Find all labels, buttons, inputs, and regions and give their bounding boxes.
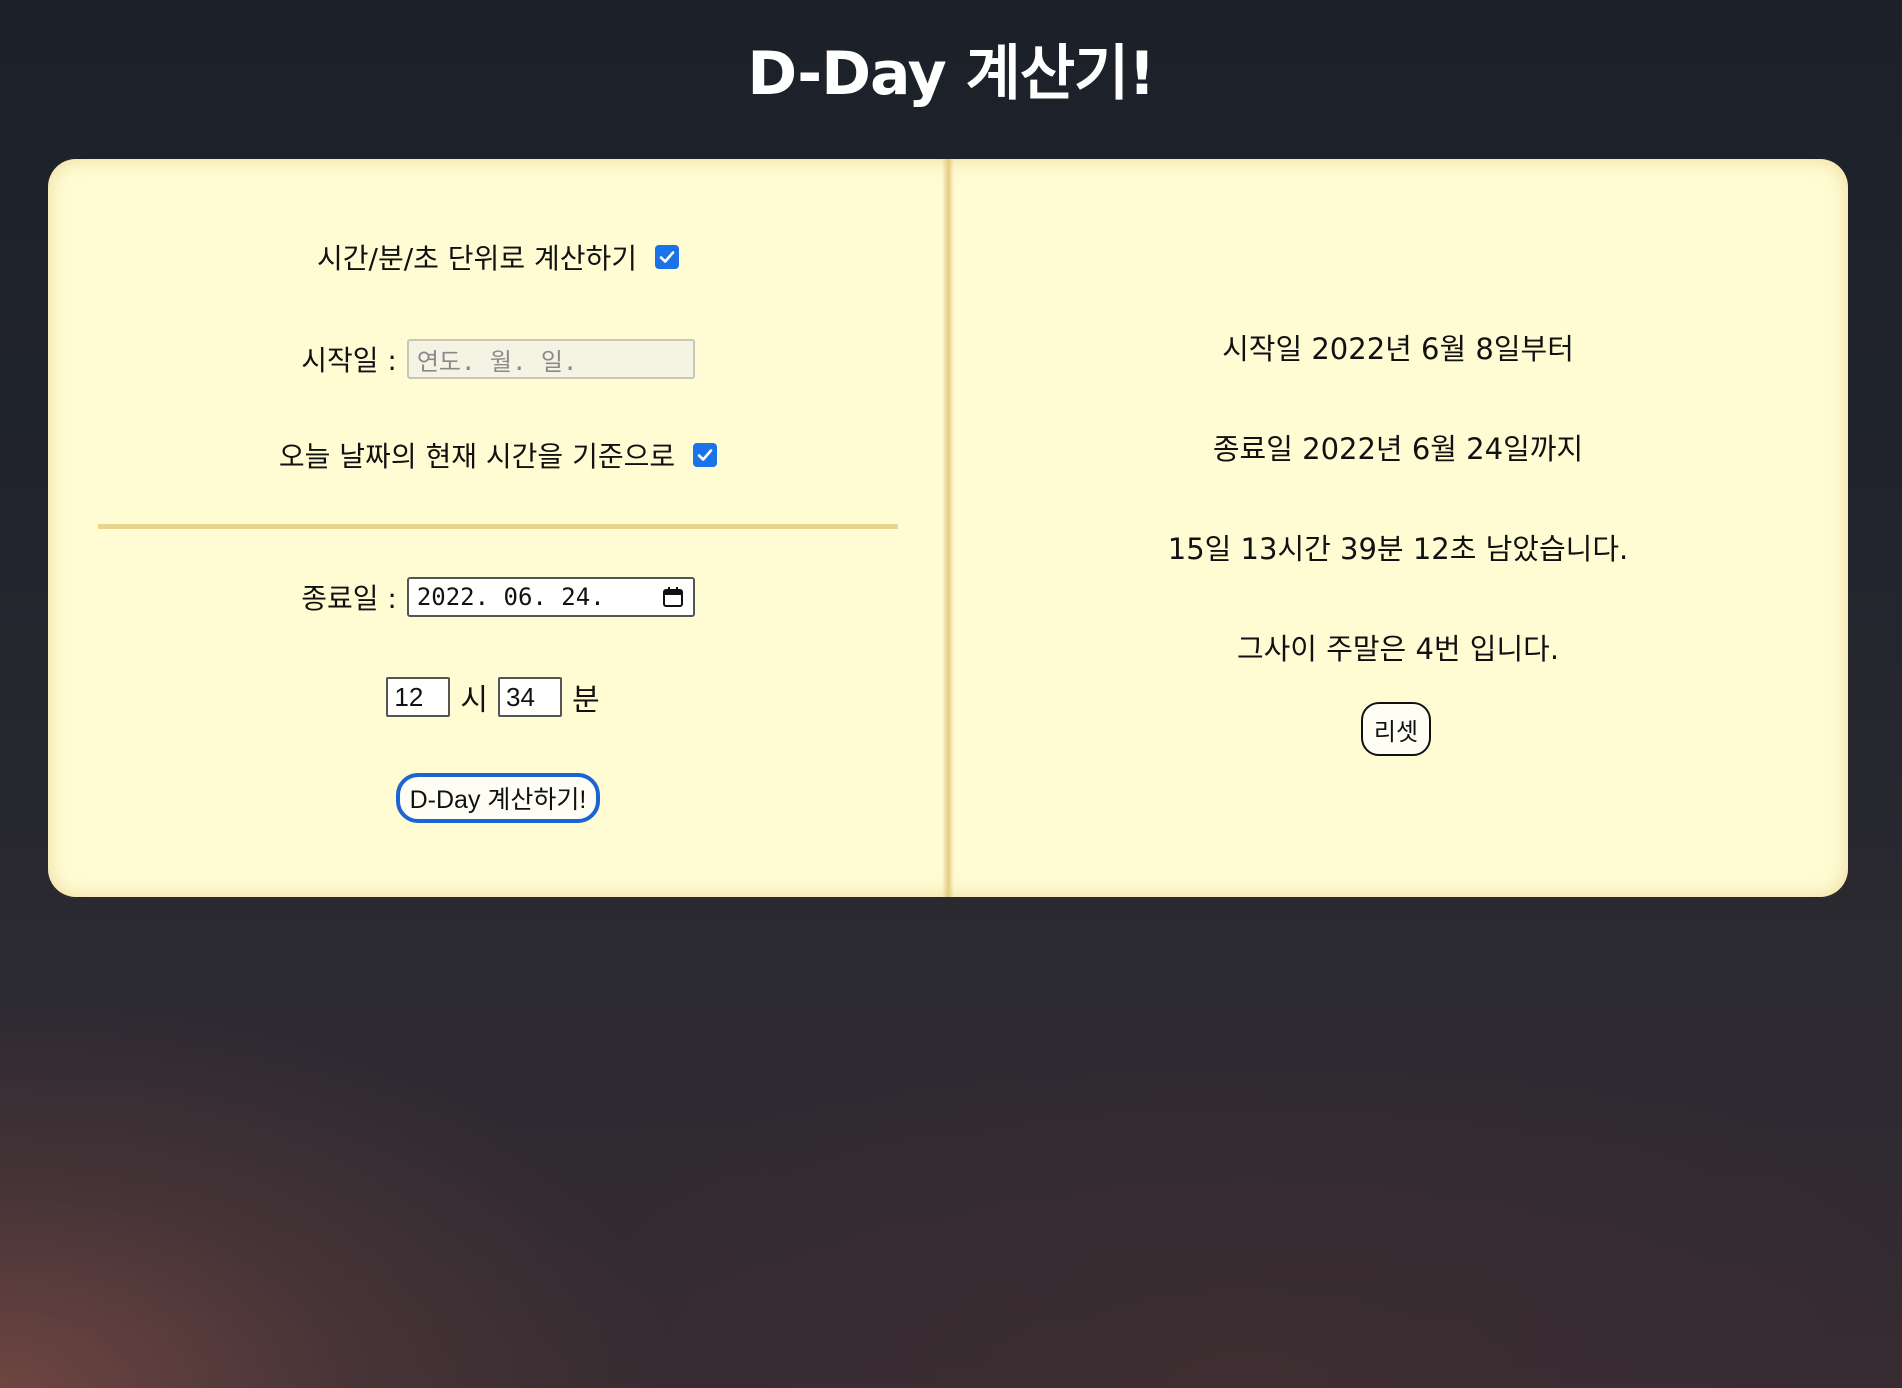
hour-unit-label: 시: [460, 683, 488, 718]
unit-option-label: 시간/분/초 단위로 계산하기: [316, 242, 638, 275]
reset-button[interactable]: 리셋: [1361, 702, 1431, 756]
hour-input[interactable]: 12: [386, 677, 451, 717]
end-date-label: 종료일 :: [301, 582, 397, 615]
today-option-row: 오늘 날짜의 현재 시간을 기준으로: [48, 435, 948, 475]
calculate-button[interactable]: D-Day 계산하기!: [395, 773, 601, 823]
minute-unit-label: 분: [572, 683, 600, 718]
section-divider: [98, 524, 898, 529]
check-icon: [659, 251, 675, 263]
unit-option-checkbox[interactable]: [655, 245, 680, 269]
result-weekend-text: 그사이 주말은 4번 입니다.: [1236, 632, 1560, 666]
check-icon: [697, 449, 713, 461]
input-panel: 시간/분/초 단위로 계산하기 시작일 : 연도. 월. 일. 오늘 날짜의 현…: [48, 159, 948, 897]
unit-option-row: 시간/분/초 단위로 계산하기: [48, 237, 948, 277]
result-end-text: 종료일 2022년 6월 24일까지: [1212, 432, 1584, 466]
start-date-placeholder: 연도. 월. 일.: [416, 347, 578, 376]
end-date-input[interactable]: 2022. 06. 24.: [406, 577, 695, 617]
start-date-label: 시작일 :: [301, 344, 397, 377]
dday-card: 시간/분/초 단위로 계산하기 시작일 : 연도. 월. 일. 오늘 날짜의 현…: [48, 159, 1848, 897]
reset-button-label: 리셋: [1373, 717, 1419, 746]
today-option-checkbox[interactable]: [693, 443, 718, 467]
hour-value: 12: [394, 681, 424, 712]
end-date-value: 2022. 06. 24.: [416, 583, 605, 611]
result-panel: 시작일 2022년 6월 8일부터 종료일 2022년 6월 24일까지 15일…: [948, 159, 1848, 897]
calc-button-row: D-Day 계산하기!: [48, 770, 948, 826]
result-remaining-text: 15일 13시간 39분 12초 남았습니다.: [1167, 532, 1629, 566]
time-row: 12 시 34 분: [48, 675, 948, 719]
start-date-row: 시작일 : 연도. 월. 일.: [48, 337, 948, 381]
calculate-button-label: D-Day 계산하기!: [409, 786, 587, 814]
end-date-row: 종료일 : 2022. 06. 24.: [48, 575, 948, 619]
result-start-text: 시작일 2022년 6월 8일부터: [1222, 332, 1574, 366]
page-title: D-Day 계산기!: [747, 39, 1155, 109]
start-date-input[interactable]: 연도. 월. 일.: [406, 339, 695, 379]
minute-value: 34: [506, 681, 535, 712]
calendar-icon[interactable]: [661, 585, 685, 609]
minute-input[interactable]: 34: [498, 677, 562, 717]
today-option-label: 오늘 날짜의 현재 시간을 기준으로: [278, 440, 676, 473]
